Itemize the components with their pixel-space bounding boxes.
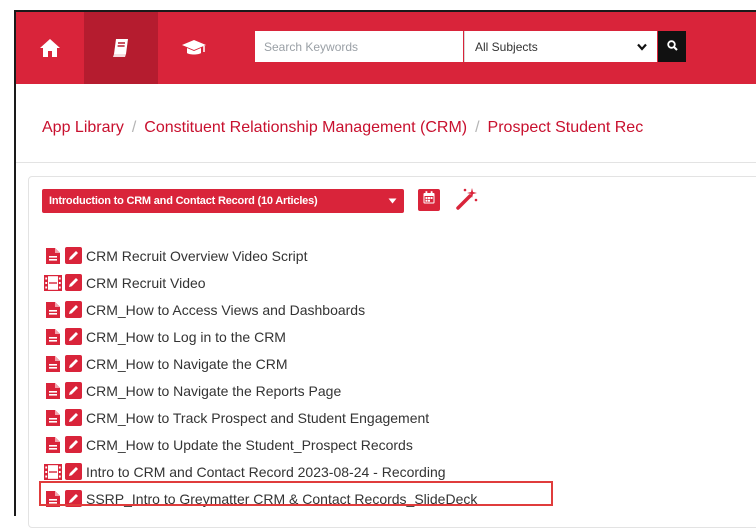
article-item[interactable]: CRM Recruit Video [44,269,477,296]
window-border-left [14,12,16,516]
book-icon [112,38,130,58]
magic-wand-icon [453,188,479,216]
film-icon [44,274,62,292]
article-title[interactable]: CRM_How to Navigate the Reports Page [86,383,341,399]
article-title[interactable]: CRM_How to Update the Student_Prospect R… [86,437,413,453]
article-title[interactable]: CRM_How to Navigate the CRM [86,356,288,372]
breadcrumb-separator: / [475,119,480,136]
article-title[interactable]: Intro to CRM and Contact Record 2023-08-… [86,464,446,480]
film-icon [44,463,62,481]
edit-icon[interactable] [64,247,82,265]
magic-wand-button[interactable] [453,186,479,212]
divider [16,162,756,163]
edit-icon[interactable] [64,274,82,292]
document-icon [44,355,62,373]
edit-icon[interactable] [64,355,82,373]
breadcrumb-item-crm[interactable]: Constituent Relationship Management (CRM… [144,119,467,136]
calendar-icon [423,191,435,209]
search-button[interactable] [658,31,686,62]
article-item[interactable]: CRM_How to Access Views and Dashboards [44,296,477,323]
chevron-down-icon [637,40,647,54]
library-button[interactable] [84,12,158,84]
articles-list: CRM Recruit Overview Video Script CRM Rec… [44,242,477,512]
breadcrumb-separator: / [131,119,137,136]
subject-select[interactable]: All Subjects [464,31,657,62]
article-title[interactable]: CRM_How to Log in to the CRM [86,329,286,345]
document-icon [44,382,62,400]
edit-icon[interactable] [64,409,82,427]
subject-select-value: All Subjects [475,39,538,54]
graduation-cap-icon [181,38,207,58]
edit-icon[interactable] [64,328,82,346]
search-input[interactable] [255,31,463,62]
article-item[interactable]: CRM_How to Log in to the CRM [44,323,477,350]
article-title[interactable]: CRM_How to Track Prospect and Student En… [86,410,429,426]
edit-icon[interactable] [64,301,82,319]
article-item[interactable]: CRM_How to Navigate the CRM [44,350,477,377]
learning-button[interactable] [160,12,228,84]
search-icon [666,38,678,56]
edit-icon[interactable] [64,490,82,508]
edit-icon[interactable] [64,463,82,481]
document-icon [44,436,62,454]
edit-icon[interactable] [64,436,82,454]
article-title[interactable]: CRM_How to Access Views and Dashboards [86,302,365,318]
document-icon [44,247,62,265]
article-item[interactable]: CRM_How to Navigate the Reports Page [44,377,477,404]
edit-icon[interactable] [64,382,82,400]
article-title[interactable]: SSRP_Intro to Greymatter CRM & Contact R… [86,491,477,507]
article-title[interactable]: CRM Recruit Video [86,275,206,291]
page-margin [0,0,14,516]
breadcrumb-item-app-library[interactable]: App Library [42,119,124,136]
article-item[interactable]: CRM Recruit Overview Video Script [44,242,477,269]
article-item[interactable]: SSRP_Intro to Greymatter CRM & Contact R… [44,485,477,512]
document-icon [44,328,62,346]
article-item[interactable]: CRM_How to Update the Student_Prospect R… [44,431,477,458]
collection-dropdown[interactable]: Introduction to CRM and Contact Record (… [42,189,404,213]
caret-down-icon [388,195,397,207]
article-title[interactable]: CRM Recruit Overview Video Script [86,248,307,264]
home-icon [39,38,61,58]
calendar-button[interactable] [418,189,440,211]
collection-dropdown-label: Introduction to CRM and Contact Record (… [49,195,318,207]
breadcrumb: App Library / Constituent Relationship Man… [42,119,643,137]
top-navbar: All Subjects [16,12,756,84]
article-item[interactable]: CRM_How to Track Prospect and Student En… [44,404,477,431]
document-icon [44,409,62,427]
breadcrumb-item-prospect[interactable]: Prospect Student Rec [488,119,644,136]
document-icon [44,301,62,319]
document-icon [44,490,62,508]
article-item[interactable]: Intro to CRM and Contact Record 2023-08-… [44,458,477,485]
home-button[interactable] [16,12,84,84]
